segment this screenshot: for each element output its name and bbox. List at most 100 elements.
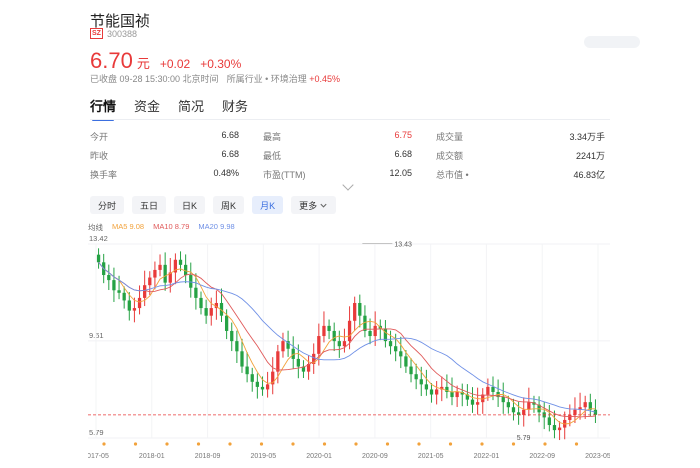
period-5day[interactable]: 五日	[132, 196, 167, 214]
stock-code-row: SZ 300388	[90, 28, 137, 39]
stats-table: 今开 6.68 最高 6.75 成交量 3.34万手 昨收 6.68 最低 6.68 成交…	[90, 127, 610, 184]
candle-body	[573, 409, 577, 415]
stat-value: 0.48%	[213, 168, 239, 178]
price-unit: 元	[136, 56, 150, 71]
stat-label: 市盈(TTM)	[263, 170, 306, 180]
candle-body	[388, 341, 393, 347]
main-tabs: 行情 资金 简况 财务	[90, 96, 248, 121]
tab-profile[interactable]: 简况	[178, 96, 204, 121]
candle-body	[583, 402, 587, 408]
max-price-label: 13.43	[394, 242, 412, 249]
period-daily[interactable]: 日K	[174, 196, 206, 214]
candle-body	[368, 330, 372, 337]
x-tick-label: 2017-05	[88, 453, 109, 460]
period-weekly[interactable]: 周K	[213, 196, 245, 214]
candle-body	[194, 287, 198, 298]
period-monthly[interactable]: 月K	[252, 196, 284, 214]
x-tick-label: 2020-09	[362, 453, 388, 460]
candle-body	[137, 297, 142, 309]
stat-label: 今开	[90, 132, 109, 142]
candle-body	[347, 320, 352, 342]
stat-value: 6.68	[394, 149, 412, 159]
candle-body	[184, 264, 188, 276]
candle-body	[163, 264, 167, 283]
candle-body	[265, 384, 270, 390]
event-marker	[448, 442, 453, 446]
stat-value: 3.34万手	[569, 132, 605, 142]
candle-body	[255, 381, 259, 387]
min-price-label: 5.79	[517, 435, 531, 442]
period-more[interactable]: 更多	[291, 196, 337, 214]
stat-open: 今开 6.68	[90, 130, 263, 143]
candle-body	[317, 336, 321, 354]
industry-label: 所属行业 •	[226, 74, 269, 84]
period-selector: 分时 五日 日K 周K 月K 更多	[90, 196, 337, 214]
ma5-line	[98, 262, 596, 425]
candle-body	[204, 308, 208, 316]
industry-change: +0.45%	[309, 74, 341, 84]
candle-body	[240, 351, 244, 367]
stat-label: 总市值 •	[436, 170, 469, 180]
stat-value: 12.05	[389, 168, 412, 178]
x-tick-label: 2023-05	[585, 453, 610, 460]
x-tick-label: 2022-01	[474, 453, 500, 460]
event-marker	[480, 442, 484, 446]
candle-body	[189, 275, 193, 288]
period-intraday[interactable]: 分时	[90, 196, 125, 214]
event-marker	[322, 442, 327, 446]
candle-body	[409, 366, 413, 375]
candle-body	[117, 290, 121, 293]
candle-body	[107, 275, 111, 281]
candle-body	[358, 302, 362, 316]
candle-body	[332, 330, 336, 342]
event-marker	[511, 442, 516, 446]
stat-value: 6.75	[394, 130, 412, 140]
stat-pe: 市盈(TTM) 12.05	[263, 168, 436, 181]
candle-body	[199, 297, 203, 309]
candle-body	[148, 277, 152, 286]
ma10-line	[98, 262, 596, 418]
candle-body	[327, 325, 331, 331]
x-tick-label: 2020-01	[306, 453, 332, 460]
candle-body	[475, 402, 480, 405]
candle-body	[547, 417, 551, 426]
candle-body	[353, 302, 357, 321]
candle-body	[276, 351, 280, 372]
candle-body	[122, 292, 126, 301]
candle-body	[158, 264, 162, 270]
candle-body	[527, 402, 531, 410]
candle-body	[373, 325, 377, 337]
stat-label: 最低	[263, 151, 282, 161]
stat-volume: 成交量 3.34万手	[436, 130, 609, 143]
stat-high: 最高 6.75	[263, 130, 436, 143]
candle-body	[281, 341, 285, 352]
tab-quotes[interactable]: 行情	[90, 96, 116, 121]
tab-funds[interactable]: 资金	[134, 96, 160, 121]
candle-body	[260, 386, 265, 390]
stat-market-cap[interactable]: 总市值 • 46.83亿	[436, 168, 609, 181]
event-marker	[165, 442, 169, 446]
candle-body	[501, 397, 505, 403]
event-marker	[133, 442, 138, 446]
x-tick-label: 2022-09	[529, 453, 555, 460]
candle-body	[491, 386, 495, 392]
stat-label: 成交额	[436, 151, 464, 161]
tab-finance[interactable]: 财务	[222, 96, 248, 121]
stat-prev-close: 昨收 6.68	[90, 149, 263, 162]
candle-body	[178, 259, 183, 265]
candle-body	[394, 346, 398, 352]
search-box[interactable]	[584, 36, 640, 48]
candle-body	[593, 409, 598, 415]
x-tick-label: 2019-05	[250, 453, 276, 460]
event-marker	[259, 442, 264, 446]
industry-info[interactable]: 所属行业 • 环境治理 +0.45%	[227, 72, 340, 85]
event-marker	[543, 442, 547, 446]
kline-chart[interactable]: 13.429.615.792017-052018-012018-092019-0…	[88, 232, 610, 464]
candle-body	[235, 341, 239, 352]
candle-body	[209, 308, 213, 316]
event-marker	[228, 442, 232, 446]
stat-turnover-rate: 换手率 0.48%	[90, 168, 263, 181]
stat-label: 成交量	[436, 132, 464, 142]
stat-label: 换手率	[90, 170, 118, 180]
current-price: 6.70	[90, 48, 133, 73]
